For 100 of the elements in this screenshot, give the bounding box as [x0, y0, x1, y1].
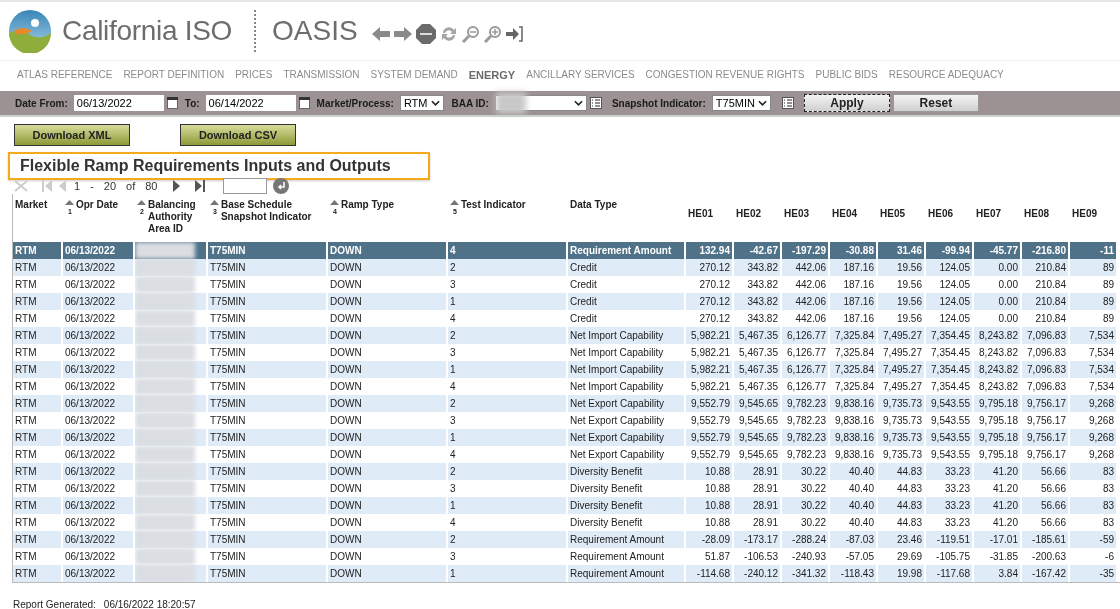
next-page-icon[interactable]	[173, 180, 182, 192]
chevron-down-icon[interactable]	[757, 100, 767, 106]
nav-tab[interactable]: ENERGY	[468, 69, 516, 91]
column-header[interactable]: Test Indicator	[460, 199, 526, 211]
market-process-dropdown[interactable]: RTM	[399, 95, 444, 111]
table-cell: -28.09	[701, 534, 730, 545]
page-input-field[interactable]	[223, 178, 268, 194]
table-cell: -6	[1105, 551, 1114, 562]
download-button[interactable]: Download XML	[14, 124, 130, 146]
column-header[interactable]: HE08	[1024, 208, 1049, 220]
sort-arrow-icon[interactable]	[450, 200, 459, 208]
table-cell: DOWN	[330, 398, 362, 409]
column-header[interactable]: HE05	[880, 208, 905, 220]
nav-tab[interactable]: PUBLIC BIDS	[815, 69, 878, 91]
table-cell: RTM	[15, 330, 37, 341]
sort-arrow-icon[interactable]	[210, 200, 219, 208]
forward-arrow-icon[interactable]	[393, 27, 412, 41]
column-header[interactable]: HE02	[736, 208, 761, 220]
column-header[interactable]: Data Type	[570, 199, 618, 211]
date-to-field[interactable]: 06/14/2022	[205, 95, 296, 111]
list-icon[interactable]	[781, 97, 794, 109]
table-cell: 06/13/2022	[65, 347, 116, 358]
column-header[interactable]: HE09	[1072, 208, 1097, 220]
table-cell: 442.06	[795, 279, 826, 290]
snapshot-indicator-dropdown[interactable]: T75MIN	[711, 95, 771, 111]
column-header[interactable]: Opr Date	[75, 199, 119, 211]
download-button[interactable]: Download CSV	[180, 124, 296, 146]
column-header[interactable]: HE07	[976, 208, 1001, 220]
table-cell: 56.66	[1040, 483, 1066, 494]
table-cell: 44.83	[896, 483, 922, 494]
back-arrow-icon[interactable]	[371, 27, 390, 41]
stop-icon[interactable]	[415, 24, 436, 44]
table-cell: 31.46	[896, 245, 922, 256]
blurred-cell	[135, 565, 195, 582]
reset-button[interactable]: Reset	[892, 94, 979, 112]
table-cell: DOWN	[330, 245, 362, 256]
refresh-icon[interactable]	[439, 25, 458, 43]
table-row[interactable]: RTM 06/13/2022 T75MIN DOWN 1 Requirement Amount -114.68 -240.12 -341.32 -118.43 19.98 -117.68 3.84 -167.42 -35	[13, 565, 1118, 582]
nav-tab[interactable]: ANCILLARY SERVICES	[526, 69, 635, 91]
column-header[interactable]: Balancing Authority Area ID	[147, 199, 206, 235]
apply-button[interactable]: Apply	[803, 94, 890, 112]
sort-arrow-icon[interactable]	[137, 200, 146, 208]
sort-arrow-icon[interactable]	[330, 200, 339, 208]
table-cell: 442.06	[795, 296, 826, 307]
table-cell: 6,126.77	[787, 381, 826, 392]
table-cell: 06/13/2022	[65, 432, 116, 443]
column-header[interactable]: HE04	[832, 208, 857, 220]
table-cell: 06/13/2022	[65, 568, 116, 579]
column-header[interactable]: HE01	[688, 208, 713, 220]
nav-tab[interactable]: CONGESTION REVENUE RIGHTS	[645, 69, 805, 91]
table-cell: 343.82	[747, 296, 778, 307]
snapshot-indicator-label: Snapshot Indicator:	[611, 97, 706, 109]
list-icon[interactable]	[589, 97, 602, 109]
nav-tab[interactable]: TRANSMISSION	[283, 69, 360, 91]
table-cell: 270.12	[699, 262, 730, 273]
calendar-icon[interactable]	[166, 97, 178, 109]
table-cell: Net Import Capability	[570, 364, 664, 375]
table-cell: 83	[1102, 500, 1114, 511]
column-header[interactable]: Market	[15, 199, 48, 211]
table-cell: -35	[1099, 568, 1114, 579]
table-cell: 5,467.35	[739, 330, 778, 341]
nav-tab[interactable]: RESOURCE ADEQUACY	[888, 69, 1004, 91]
chevron-down-icon[interactable]	[430, 100, 440, 106]
nav-tab[interactable]: REPORT DEFINITION	[123, 69, 225, 91]
table-cell: 06/13/2022	[65, 296, 116, 307]
table-cell: Net Export Capability	[570, 398, 664, 409]
nav-tab[interactable]: PRICES	[235, 69, 273, 91]
nav-tab[interactable]: ATLAS REFERENCE	[17, 69, 113, 91]
calendar-icon[interactable]	[298, 97, 310, 109]
column-header[interactable]: Base Schedule Snapshot Indicator	[220, 199, 326, 223]
blurred-cell	[135, 327, 195, 344]
table-cell: 06/13/2022	[65, 262, 116, 273]
zoom-in-icon[interactable]	[483, 25, 502, 43]
sort-arrow-icon[interactable]	[65, 200, 74, 208]
column-header[interactable]: Ramp Type	[340, 199, 395, 211]
table-cell: Diversity Benefit	[570, 483, 643, 494]
table-cell: 4	[450, 517, 456, 528]
table-cell: 06/13/2022	[65, 245, 116, 256]
table-cell: 210.84	[1035, 296, 1066, 307]
last-page-icon[interactable]	[195, 180, 206, 192]
zoom-out-icon[interactable]	[461, 25, 480, 43]
table-cell: 343.82	[747, 279, 778, 290]
table-cell: 7,495.27	[883, 381, 922, 392]
logout-icon[interactable]	[505, 25, 524, 43]
nav-tab[interactable]: SYSTEM DEMAND	[370, 69, 458, 91]
table-cell: 124.05	[939, 262, 970, 273]
chevron-down-icon[interactable]	[573, 100, 583, 106]
table-cell: Net Export Capability	[570, 432, 664, 443]
column-header[interactable]: HE03	[784, 208, 809, 220]
table-cell: DOWN	[330, 449, 362, 460]
table-cell: Requirement Amount	[570, 568, 664, 579]
go-icon[interactable]	[273, 178, 290, 194]
table-cell: 4	[450, 449, 456, 460]
table-cell: Net Export Capability	[570, 449, 664, 460]
table-cell: DOWN	[330, 500, 362, 511]
table-cell: T75MIN	[210, 517, 246, 528]
table-cell: T75MIN	[210, 483, 246, 494]
column-header[interactable]: HE06	[928, 208, 953, 220]
date-from-field[interactable]: 06/13/2022	[73, 95, 164, 111]
table-cell: 9,268	[1088, 398, 1114, 409]
